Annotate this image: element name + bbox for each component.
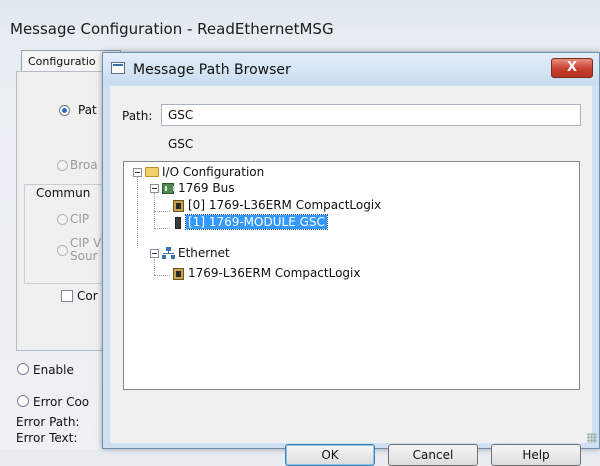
error-path-label: Error Path: <box>16 415 80 429</box>
enable-label: Enable <box>33 363 74 377</box>
tree-connector <box>154 259 155 275</box>
tree-connector <box>154 228 170 229</box>
enable-indicator <box>17 363 29 375</box>
module-icon <box>175 217 181 229</box>
path-input[interactable] <box>161 104 581 126</box>
io-tree[interactable]: I/O Configuration 1769 Bus [0] 1769-L36E… <box>123 161 580 390</box>
controller-icon <box>173 200 184 212</box>
path-label: Path: <box>122 109 153 123</box>
tree-item-controller[interactable]: [0] 1769-L36ERM CompactLogix <box>188 198 381 212</box>
radio-cip[interactable] <box>57 214 68 225</box>
dialog-title: Message Path Browser <box>133 62 291 78</box>
tree-connector <box>154 275 170 276</box>
radio-path[interactable] <box>59 105 70 116</box>
dialog-body: Path: GSC I/O Configuration 1769 Bus [0]… <box>110 86 592 466</box>
tree-item-ethernet[interactable]: Ethernet <box>178 246 230 260</box>
controller-icon <box>173 268 184 280</box>
window-icon <box>111 62 125 74</box>
bus-icon <box>162 183 175 194</box>
cancel-button[interactable]: Cancel <box>388 444 478 466</box>
collapse-toggle[interactable] <box>133 168 142 177</box>
tree-item-module-gsc[interactable]: [1] 1769-MODULE GSC <box>185 214 328 230</box>
close-button[interactable]: X <box>551 58 593 78</box>
path-echo: GSC <box>168 137 194 151</box>
radio-path-label: Pat <box>78 103 97 117</box>
folder-icon <box>145 167 159 177</box>
dialog-title-bar[interactable]: Message Path Browser X <box>103 53 599 85</box>
resize-grip[interactable] <box>587 433 597 443</box>
connected-checkbox-label: Cor <box>77 289 98 303</box>
error-text-label: Error Text: <box>16 431 78 445</box>
help-button[interactable]: Help <box>491 444 581 466</box>
tree-item-io-configuration[interactable]: I/O Configuration <box>162 165 264 179</box>
radio-broadcast[interactable] <box>57 160 68 171</box>
radio-cip-label: CIP <box>70 212 90 226</box>
collapse-toggle[interactable] <box>150 184 159 193</box>
error-code-indicator <box>17 395 29 407</box>
connected-checkbox[interactable] <box>61 290 73 302</box>
collapse-toggle[interactable] <box>150 249 159 258</box>
error-code-label: Error Coo <box>33 395 90 409</box>
tree-item-1769-bus[interactable]: 1769 Bus <box>178 181 234 195</box>
radio-cip-with-source[interactable] <box>57 245 68 256</box>
communication-group-label: Commun <box>34 186 93 200</box>
tree-connector <box>137 176 138 248</box>
message-path-browser-dialog: Message Path Browser X Path: GSC I/O Con… <box>102 52 600 466</box>
tree-connector <box>154 211 170 212</box>
radio-cip-with-source-label: CIP V Sour <box>70 236 102 263</box>
tree-item-ethernet-controller[interactable]: 1769-L36ERM CompactLogix <box>188 266 360 280</box>
window-title: Message Configuration - ReadEthernetMSG <box>10 20 334 38</box>
network-icon <box>162 247 175 259</box>
radio-broadcast-label: Broa <box>70 158 98 172</box>
ok-button[interactable]: OK <box>285 444 375 466</box>
